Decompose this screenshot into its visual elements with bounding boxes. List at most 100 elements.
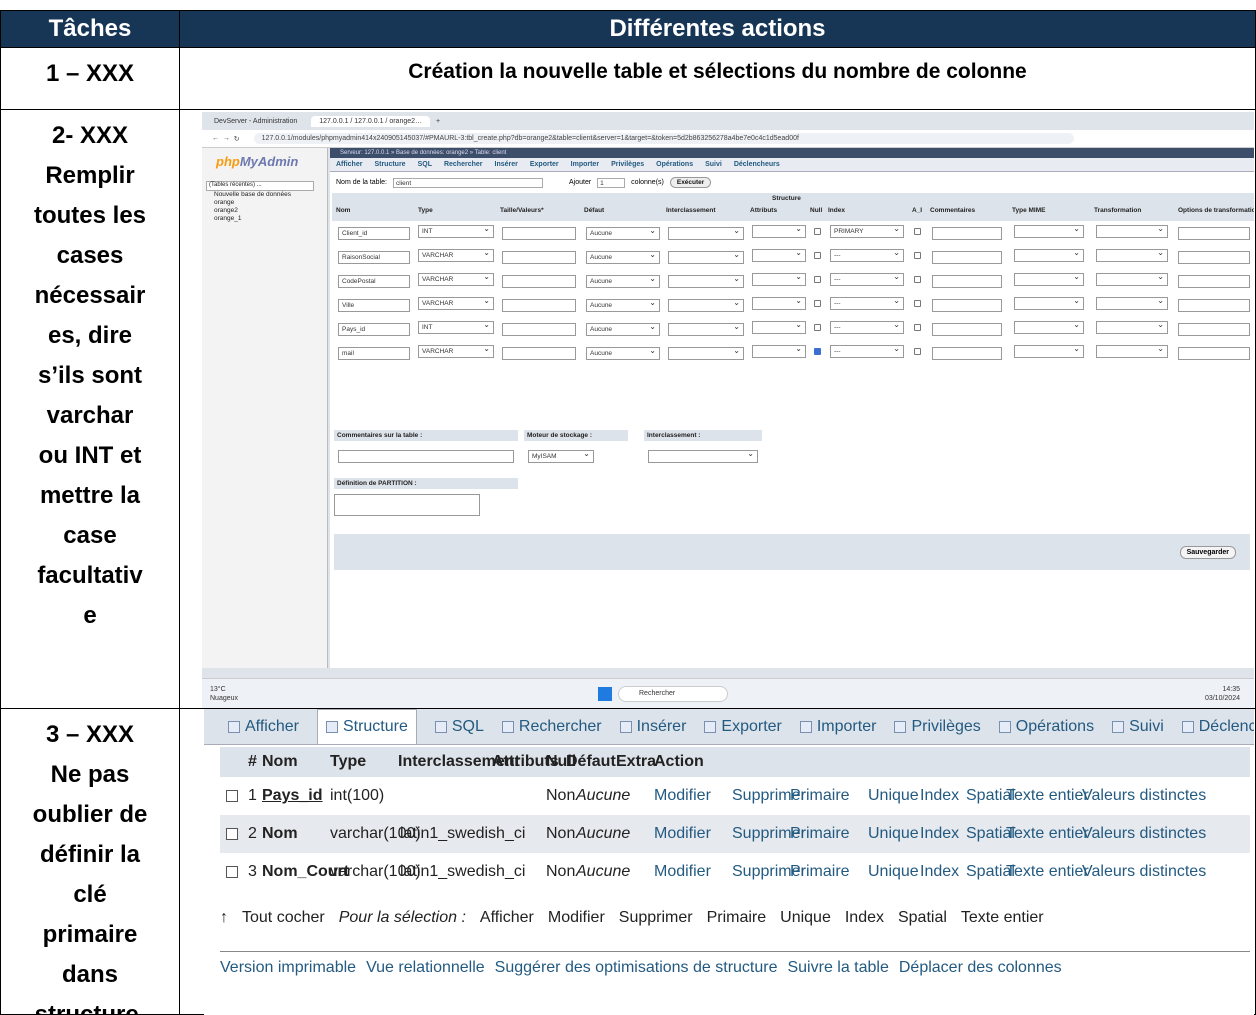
col-attributes-select[interactable] [752,247,806,262]
col-ai-checkbox[interactable] [914,276,921,283]
col-default-select[interactable]: Aucune [586,345,660,360]
col-default-select[interactable]: Aucune [586,321,660,336]
bulk-action-6[interactable]: Spatial [898,909,947,926]
col-null-checkbox[interactable] [814,300,821,307]
col-mime-select[interactable] [1014,319,1084,334]
browser-tab-2[interactable]: 127.0.0.1 / 127.0.0.1 / orange2… [311,115,431,127]
col-transform-select[interactable] [1096,271,1168,286]
col-ai-checkbox[interactable] [914,228,921,235]
save-button[interactable]: Sauvegarder [1179,546,1236,559]
col-transform-select[interactable] [1096,295,1168,310]
col-index-select[interactable]: PRIMARY [830,223,904,238]
struct-tab-5[interactable]: Exporter [704,718,782,736]
col-attributes-select[interactable] [752,319,806,334]
pma-tab-1[interactable]: Structure [374,161,405,168]
row-action-0[interactable]: Modifier [654,787,711,805]
taskbar-search[interactable]: Rechercher [618,686,728,702]
table-comments-input[interactable] [338,450,514,463]
row-action-6[interactable]: Texte entier [1006,825,1089,843]
col-default-select[interactable]: Aucune [586,273,660,288]
bulk-action-4[interactable]: Unique [780,909,831,926]
col-mime-select[interactable] [1014,247,1084,262]
table-name-input[interactable]: client [392,177,543,188]
col-collation-select[interactable] [668,225,744,240]
row-action-4[interactable]: Index [920,863,959,881]
col-transform-options[interactable] [1178,227,1250,240]
pma-tab-0[interactable]: Afficher [336,161,362,168]
col-transform-options[interactable] [1178,251,1250,264]
browser-tab-1[interactable]: DevServer - Administration [206,116,305,127]
pma-tab-7[interactable]: Privilèges [611,161,644,168]
col-index-select[interactable]: --- [830,295,904,310]
col-type-select[interactable]: INT [418,223,494,238]
col-index-select[interactable]: --- [830,271,904,286]
row-action-0[interactable]: Modifier [654,825,711,843]
col-ai-checkbox[interactable] [914,252,921,259]
col-type-select[interactable]: VARCHAR [418,343,494,358]
row-action-2[interactable]: Primaire [790,863,850,881]
bulk-action-7[interactable]: Texte entier [961,909,1044,926]
col-null-checkbox[interactable] [814,252,821,259]
col-name-input[interactable]: Pays_id [338,323,410,336]
col-index-select[interactable]: --- [830,343,904,358]
pma-tab-8[interactable]: Opérations [656,161,693,168]
bulk-action-5[interactable]: Index [845,909,884,926]
pma-tab-4[interactable]: Insérer [495,161,518,168]
col-type-select[interactable]: VARCHAR [418,247,494,262]
col-transform-select[interactable] [1096,343,1168,358]
col-length-input[interactable] [502,227,576,240]
execute-button[interactable]: Exécuter [669,177,712,188]
struct-link-4[interactable]: Déplacer des colonnes [899,959,1062,976]
col-name-input[interactable]: Ville [338,299,410,312]
struct-tab-10[interactable]: Déclencheurs [1181,718,1254,736]
col-ai-checkbox[interactable] [914,300,921,307]
pma-tab-2[interactable]: SQL [418,161,432,168]
col-default-select[interactable]: Aucune [586,249,660,264]
col-length-input[interactable] [502,275,576,288]
row-checkbox[interactable] [226,866,238,878]
struct-tab-0[interactable]: Afficher [228,718,299,736]
bulk-action-3[interactable]: Primaire [707,909,767,926]
col-comment-input[interactable] [932,323,1002,336]
tree-new-db[interactable]: Nouvelle base de données [202,191,327,199]
col-attributes-select[interactable] [752,223,806,238]
row-action-7[interactable]: Valeurs distinctes [1082,863,1206,881]
col-default-select[interactable]: Aucune [586,225,660,240]
struct-tab-3[interactable]: Rechercher [501,718,602,736]
col-null-checkbox[interactable] [814,276,821,283]
col-ai-checkbox[interactable] [914,348,921,355]
struct-link-0[interactable]: Version imprimable [220,959,356,976]
col-collation-select[interactable] [668,297,744,312]
new-tab-icon[interactable]: + [436,118,440,125]
bulk-action-2[interactable]: Supprimer [619,909,693,926]
tree-orange[interactable]: orange [202,199,327,207]
col-name-input[interactable]: CodePostal [338,275,410,288]
row-action-6[interactable]: Texte entier [1006,863,1089,881]
col-transform-select[interactable] [1096,223,1168,238]
col-length-input[interactable] [502,251,576,264]
col-collation-select[interactable] [668,321,744,336]
col-attributes-select[interactable] [752,343,806,358]
tree-orange2[interactable]: orange2 [202,207,327,215]
col-type-select[interactable]: VARCHAR [418,295,494,310]
col-ai-checkbox[interactable] [914,324,921,331]
struct-link-3[interactable]: Suivre la table [787,959,888,976]
col-index-select[interactable]: --- [830,247,904,262]
url-field[interactable]: 127.0.0.1/modules/phpmyadmin414x24090514… [253,133,1074,144]
engine-select[interactable]: MyISAM [528,448,594,463]
col-type-select[interactable]: VARCHAR [418,271,494,286]
recent-tables-select[interactable]: (Tables récentes) ... [206,181,314,191]
col-comment-input[interactable] [932,299,1002,312]
col-mime-select[interactable] [1014,295,1084,310]
col-default-select[interactable]: Aucune [586,297,660,312]
col-transform-options[interactable] [1178,347,1250,360]
tree-orange1[interactable]: orange_1 [202,215,327,223]
row-action-0[interactable]: Modifier [654,863,711,881]
col-length-input[interactable] [502,347,576,360]
row-action-3[interactable]: Unique [868,825,919,843]
col-type-select[interactable]: INT [418,319,494,334]
weather-widget[interactable]: 13°C Nuageux [210,685,238,703]
reload-icon[interactable]: ↻ [234,135,240,143]
start-icon[interactable] [598,687,612,701]
struct-tab-6[interactable]: Importer [799,718,876,736]
